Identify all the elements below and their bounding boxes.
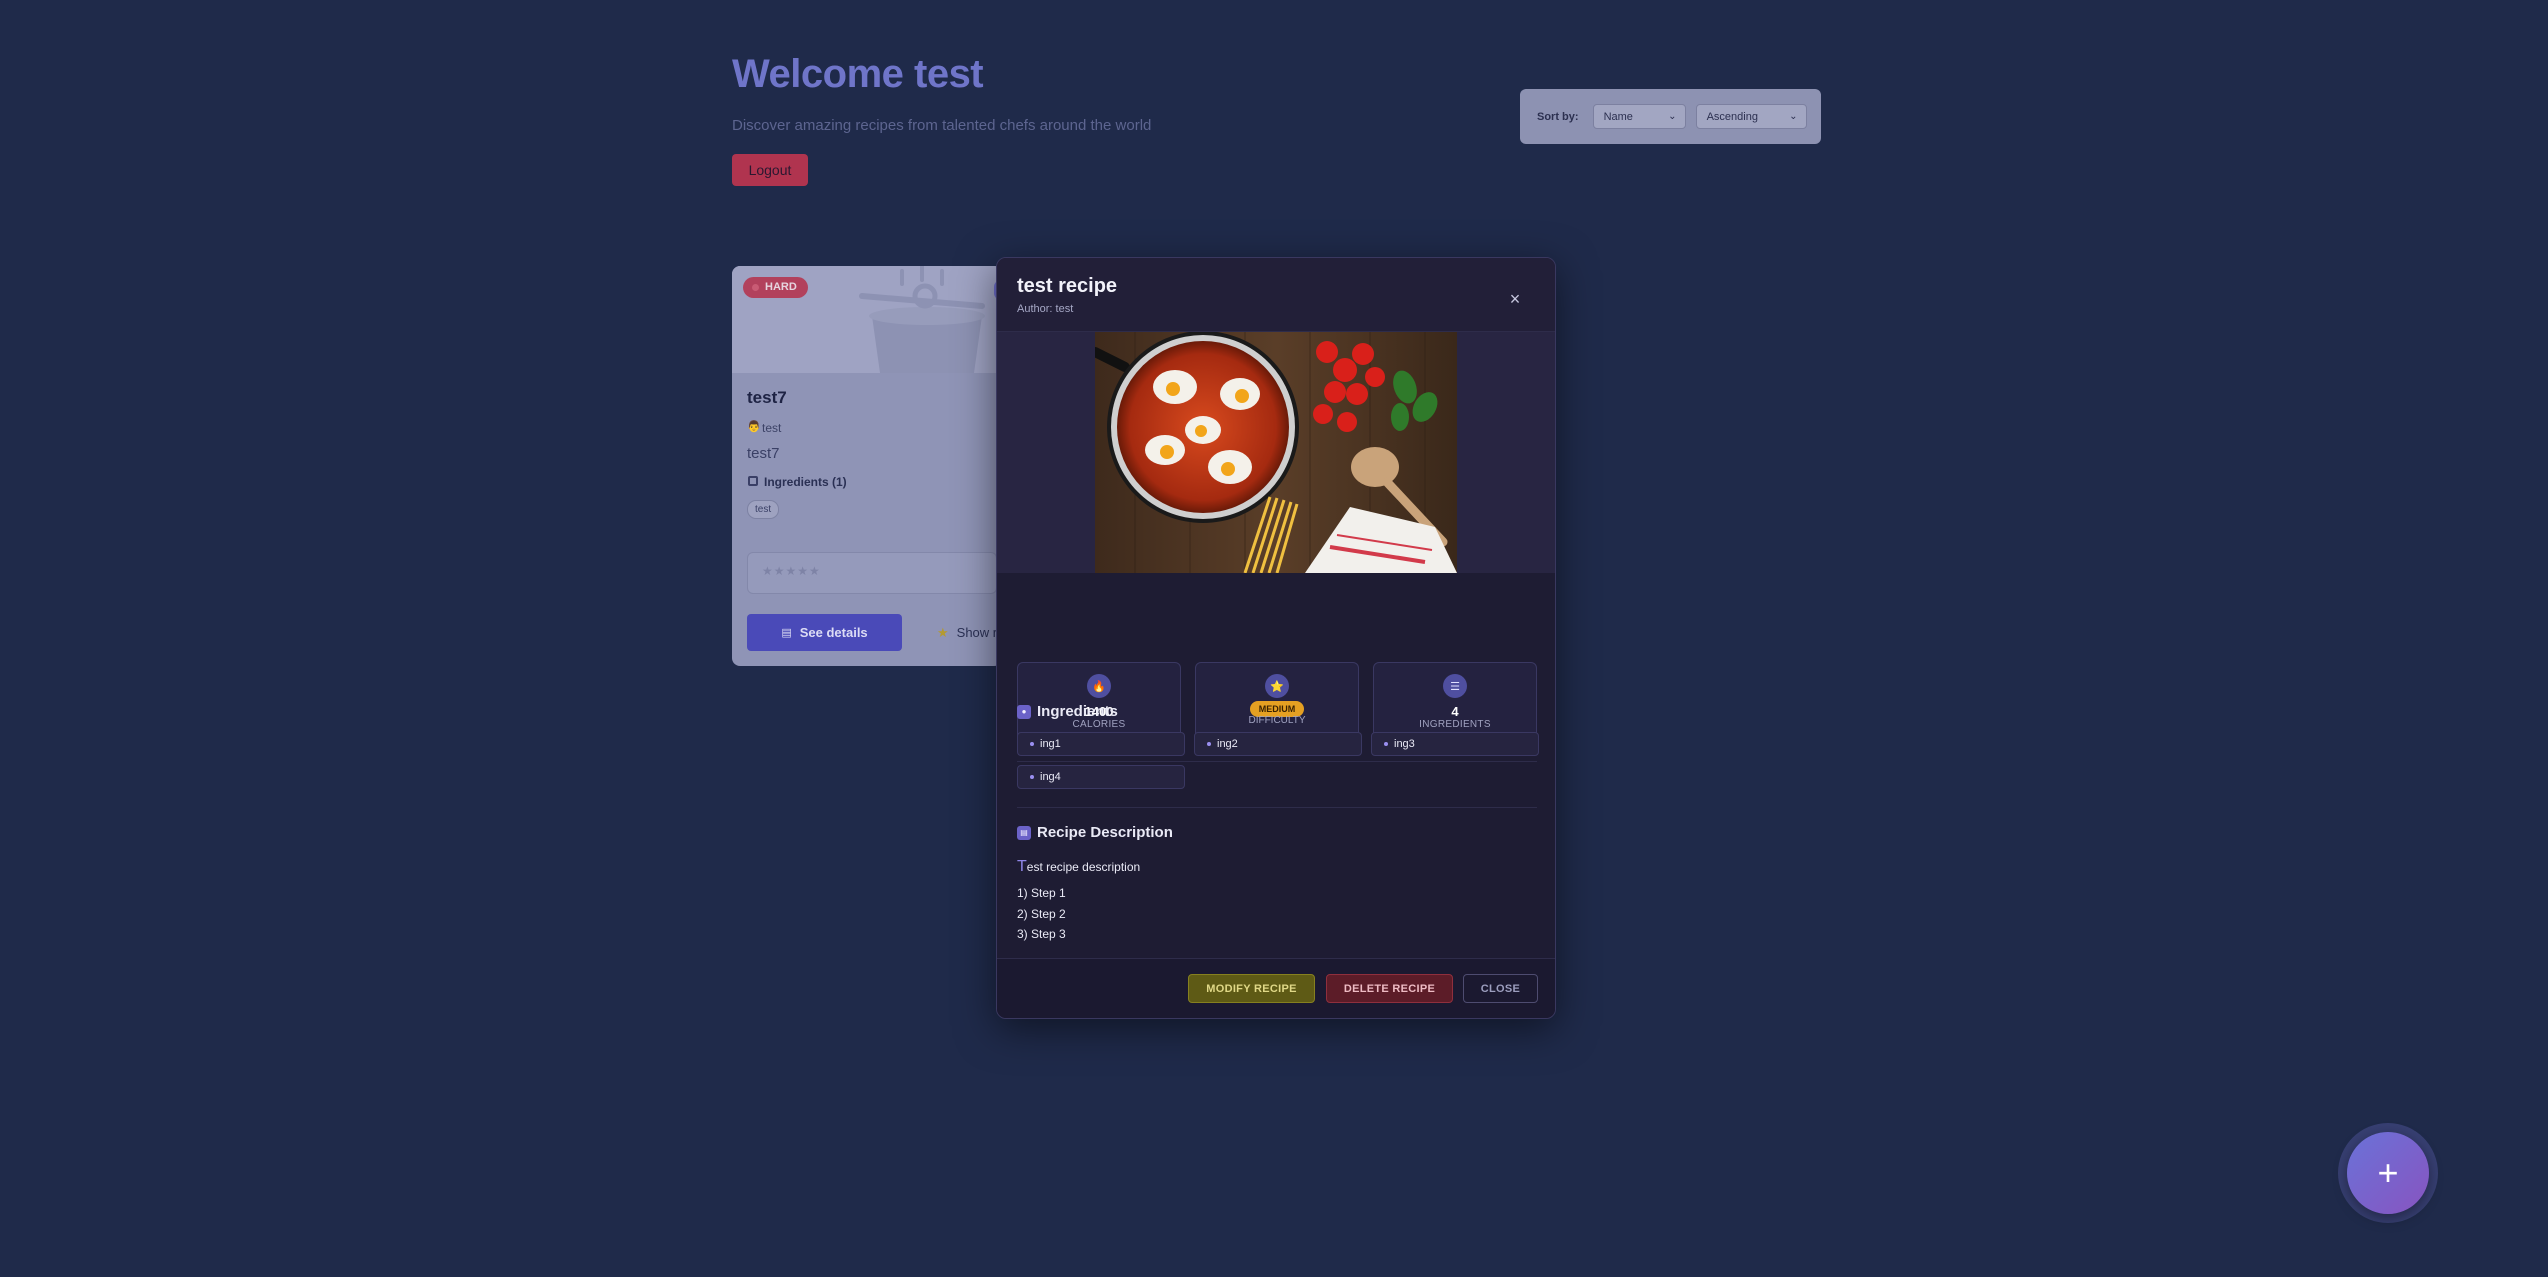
recipe-description: Test recipe description bbox=[1017, 858, 1140, 876]
bullet-icon bbox=[1207, 742, 1211, 746]
ingredients-list: ing1 ing2 ing3 ing4 bbox=[1017, 732, 1539, 789]
ingredients-count: 4 bbox=[1451, 704, 1459, 719]
sort-order-select[interactable]: Ascending ⌄ bbox=[1695, 104, 1807, 129]
step-line: 2) Step 2 bbox=[1017, 906, 1066, 921]
ingredient-tag: test bbox=[747, 500, 780, 519]
recipe-card-ingredients-label: Ingredients (1) bbox=[764, 475, 847, 489]
recipe-stats: 🔥 1400 CALORIES ⭐ MEDIUM DIFFICULTY ☰ 4 … bbox=[1017, 662, 1537, 742]
see-details-button[interactable]: ▤ See details bbox=[747, 614, 902, 651]
recipe-card-description: test7 bbox=[747, 445, 780, 462]
description-section-title: ▤ Recipe Description bbox=[1017, 824, 1173, 841]
book-icon: ▤ bbox=[781, 627, 792, 639]
sort-field-select[interactable]: Name ⌄ bbox=[1592, 104, 1686, 129]
step-line: 1) Step 1 bbox=[1017, 886, 1066, 900]
list-icon: ☰ bbox=[1443, 674, 1467, 698]
step-line: 3) Step 3 bbox=[1017, 927, 1066, 941]
difficulty-stat: ⭐ MEDIUM DIFFICULTY bbox=[1195, 662, 1359, 742]
bullet-icon bbox=[1030, 742, 1034, 746]
cooking-pot-icon bbox=[859, 266, 985, 373]
difficulty-label: DIFFICULTY bbox=[1248, 715, 1306, 726]
page-subtitle: Discover amazing recipes from talented c… bbox=[732, 117, 1152, 134]
modal-author: Author: test bbox=[1017, 303, 1074, 315]
description-dropcap: T bbox=[1017, 858, 1027, 875]
recipe-image-area bbox=[997, 332, 1555, 573]
ingredient-chip: ing2 bbox=[1194, 732, 1362, 756]
add-recipe-button[interactable]: + bbox=[2347, 1132, 2429, 1214]
sort-order-value: Ascending bbox=[1706, 110, 1758, 123]
ingredient-name: ing3 bbox=[1394, 738, 1415, 750]
modal-footer: MODIFY RECIPE DELETE RECIPE CLOSE bbox=[997, 958, 1555, 1018]
rating-stars[interactable]: ★★★★★ bbox=[747, 552, 997, 594]
recipe-card-author: test bbox=[762, 421, 782, 435]
chevron-down-icon: ⌄ bbox=[1668, 111, 1677, 122]
ingredient-chip: ing3 bbox=[1371, 732, 1539, 756]
bullet-icon bbox=[1384, 742, 1388, 746]
close-icon[interactable]: × bbox=[1500, 284, 1530, 314]
ingredients-icon bbox=[748, 476, 758, 486]
delete-recipe-button[interactable]: DELETE RECIPE bbox=[1326, 974, 1453, 1003]
modal-title: test recipe bbox=[1017, 275, 1118, 297]
difficulty-badge: HARD bbox=[743, 277, 808, 298]
ingredient-chip: ing4 bbox=[1017, 765, 1185, 789]
ingredient-name: ing2 bbox=[1217, 738, 1238, 750]
recipe-steps: 1) Step 1 2) Step 2 3) Step 3 bbox=[1017, 883, 1066, 945]
document-icon: ▤ bbox=[1017, 825, 1031, 840]
sort-label: Sort by: bbox=[1537, 110, 1579, 123]
modal-header: test recipe Author: test × bbox=[997, 258, 1555, 332]
sort-field-value: Name bbox=[1603, 110, 1633, 123]
ingredients-section-title: ● Ingredients bbox=[1017, 703, 1118, 720]
logout-button[interactable]: Logout bbox=[732, 154, 808, 186]
recipe-photo bbox=[1095, 332, 1457, 573]
ingredients-stat: ☰ 4 INGREDIENTS bbox=[1373, 662, 1537, 742]
description-heading: Recipe Description bbox=[1037, 824, 1173, 841]
close-button[interactable]: CLOSE bbox=[1463, 974, 1538, 1003]
page-title: Welcome test bbox=[732, 52, 984, 96]
ingredient-name: ing1 bbox=[1040, 738, 1061, 750]
show-reviews-button[interactable]: ★ Show r bbox=[937, 614, 997, 651]
star-icon: ★ bbox=[937, 624, 949, 640]
star-icon: ⭐ bbox=[1265, 674, 1289, 698]
ingredient-chip: ing1 bbox=[1017, 732, 1185, 756]
ingredients-count-label: INGREDIENTS bbox=[1419, 719, 1491, 730]
see-details-label: See details bbox=[799, 625, 868, 640]
sort-panel: Sort by: Name ⌄ Ascending ⌄ bbox=[1520, 89, 1821, 144]
leaf-icon: ● bbox=[1017, 704, 1031, 719]
modify-recipe-button[interactable]: MODIFY RECIPE bbox=[1188, 974, 1315, 1003]
ingredient-name: ing4 bbox=[1040, 771, 1061, 783]
calories-stat: 🔥 1400 CALORIES bbox=[1017, 662, 1181, 742]
calories-label: CALORIES bbox=[1072, 719, 1126, 730]
bullet-icon bbox=[1030, 775, 1034, 779]
recipe-card[interactable]: HARD test7 👨 test test7 Ingredients (1) … bbox=[732, 266, 1002, 666]
description-text: est recipe description bbox=[1026, 860, 1141, 874]
fire-icon: 🔥 bbox=[1087, 674, 1111, 698]
divider bbox=[1017, 807, 1537, 808]
chevron-down-icon: ⌄ bbox=[1789, 111, 1798, 122]
recipe-card-title: test7 bbox=[747, 388, 787, 407]
ingredients-heading: Ingredients bbox=[1037, 703, 1118, 720]
show-reviews-label: Show r bbox=[956, 625, 998, 640]
recipe-details-modal: test recipe Author: test × 🔥 1400 CALORI… bbox=[996, 257, 1556, 1019]
chef-icon: 👨 bbox=[747, 421, 761, 433]
